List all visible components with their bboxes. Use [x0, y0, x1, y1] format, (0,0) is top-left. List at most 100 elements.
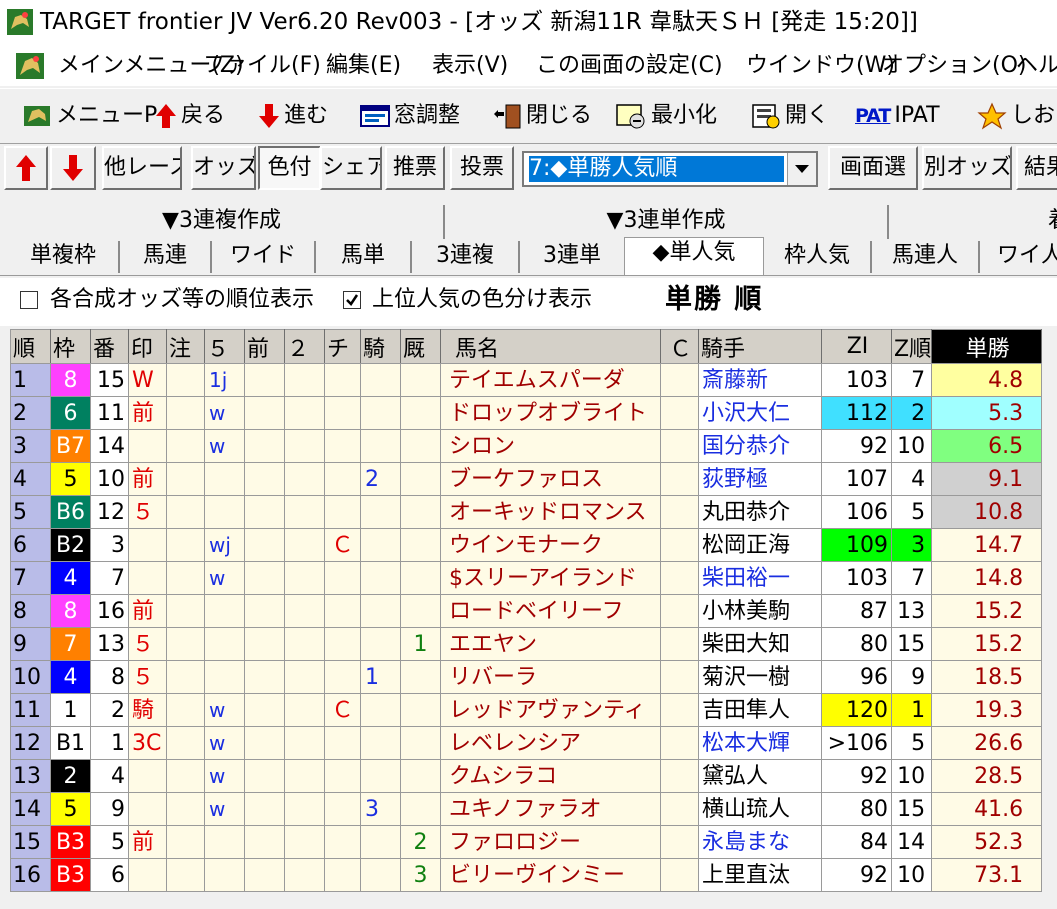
tab-win-popularity[interactable]: ◆単人気 — [624, 237, 764, 275]
display-mode-select[interactable]: 7:◆単勝人気順 — [522, 151, 818, 187]
odds-button[interactable]: オッズ — [191, 146, 256, 190]
cell-five: 1j — [204, 363, 245, 397]
cell-mark — [128, 858, 167, 892]
back-button[interactable]: 戻る — [155, 101, 225, 131]
table-row[interactable]: 14 5 9 w 3 ユキノファラオ 横山琉人 80 15 41.6 — [10, 792, 1043, 826]
cell-z-rank: 7 — [890, 363, 933, 397]
tab-trio[interactable]: 3連複 — [412, 241, 520, 273]
col-note[interactable]: 注 — [166, 329, 205, 364]
table-row[interactable]: 5 B6 12 ５ オーキッドロマンス 丸田恭介 106 5 10.8 — [10, 495, 1043, 529]
table-row[interactable]: 1 8 15 W 1j テイエムスパーダ 斎藤新 103 7 4.8 — [10, 363, 1043, 397]
cell-five — [204, 858, 245, 892]
tab-result-create[interactable]: 着 — [889, 205, 1057, 239]
ipat-button[interactable]: PAT IPAT — [855, 101, 940, 131]
col-stable[interactable]: 厩 — [400, 329, 441, 364]
vote-button[interactable]: 投票 — [450, 146, 514, 190]
table-row[interactable]: 11 1 2 騎 w Ｃ レッドアヴァンティ 吉田隼人 120 1 19.3 — [10, 693, 1043, 727]
window-adjust-button[interactable]: 窓調整 — [360, 101, 460, 131]
cell-number: 12 — [90, 495, 129, 529]
table-row[interactable]: 9 7 13 ５ 1 エエヤン 柴田大知 80 15 15.2 — [10, 627, 1043, 661]
tab-exacta[interactable]: 馬単 — [316, 241, 412, 273]
menu-help[interactable]: ヘルプ — [1016, 53, 1057, 79]
other-race-button[interactable]: 他レース — [102, 146, 182, 190]
tab-trio-create[interactable]: ▼3連複作成 — [0, 205, 445, 239]
minimize-button[interactable]: 最小化 — [615, 101, 717, 131]
col-two[interactable]: ２ — [284, 329, 325, 364]
col-jockey[interactable]: 騎手 — [698, 329, 822, 364]
col-chi[interactable]: チ — [324, 329, 361, 364]
table-row[interactable]: 15 B3 5 前 2 ファロロジー 永島まな 84 14 52.3 — [10, 825, 1043, 859]
tab-quinella[interactable]: 馬連 — [120, 241, 212, 273]
col-z-rank[interactable]: Z順 — [890, 329, 933, 364]
table-row[interactable]: 2 6 11 前 w ドロップオブライト 小沢大仁 112 2 5.3 — [10, 396, 1043, 430]
cell-mark: ５ — [128, 495, 167, 529]
menu-file[interactable]: ファイル(F) — [203, 53, 321, 79]
color-split-checkbox[interactable] — [343, 291, 361, 309]
bookmark-button[interactable]: しおり — [977, 101, 1057, 131]
tab-quinella-popularity[interactable]: 馬連人 — [872, 241, 980, 273]
col-mark[interactable]: 印 — [128, 329, 167, 364]
rank-display-checkbox[interactable] — [20, 291, 38, 309]
menu-horse-icon[interactable] — [16, 53, 44, 79]
cell-five: w — [204, 693, 245, 727]
recommend-button[interactable]: 推票 — [385, 146, 445, 190]
table-row[interactable]: 3 B7 14 w シロン 国分恭介 92 10 6.5 — [10, 429, 1043, 463]
cell-z-rank: 14 — [890, 825, 933, 859]
table-row[interactable]: 7 4 7 w $スリーアイランド 柴田裕一 103 7 14.8 — [10, 561, 1043, 595]
menu-p-button[interactable]: メニューP — [22, 101, 157, 131]
other-odds-button[interactable]: 別オッズ — [922, 146, 1012, 190]
table-row[interactable]: 4 5 10 前 2 ブーケファロス 荻野極 107 4 9.1 — [10, 462, 1043, 496]
cell-c — [660, 594, 699, 628]
next-race-button[interactable] — [50, 146, 96, 190]
cell-chi — [324, 363, 361, 397]
minimize-label: 最小化 — [651, 103, 718, 128]
cell-stable — [400, 726, 441, 760]
table-row[interactable]: 8 8 16 前ロードベイリーフ 小林美駒 87 13 15.2 — [10, 594, 1043, 628]
col-horse-name[interactable]: 馬名 — [440, 329, 661, 364]
menu-screen-settings[interactable]: この画面の設定(C) — [536, 53, 723, 79]
cell-win-odds: 28.5 — [931, 759, 1043, 793]
table-row[interactable]: 10 4 8 ５ 1 リバーラ 菊沢一樹 96 9 18.5 — [10, 660, 1043, 694]
cell-mark: 前 — [128, 825, 167, 859]
table-row[interactable]: 13 2 4 w クムシラコ 黛弘人 92 10 28.5 — [10, 759, 1043, 793]
menu-option[interactable]: オプション(O) — [882, 53, 1026, 79]
cell-mark — [128, 759, 167, 793]
tab-trifecta[interactable]: 3連単 — [520, 241, 624, 273]
cell-jockey-mark — [360, 858, 401, 892]
forward-button[interactable]: 進む — [258, 101, 328, 131]
dropdown-arrow-icon[interactable] — [787, 153, 816, 185]
tab-win-place-frame[interactable]: 単複枠 — [8, 241, 120, 273]
col-number[interactable]: 番 — [90, 329, 129, 364]
table-row[interactable]: 16 B3 6 3 ビリーヴインミー 上里直汰 92 10 73.1 — [10, 858, 1043, 892]
tab-frame-popularity[interactable]: 枠人気 — [764, 241, 872, 273]
cell-jockey-mark: 1 — [360, 660, 401, 694]
cell-five — [204, 627, 245, 661]
table-row[interactable]: 6 B2 3 wj Ｃ ウインモナーク 松岡正海 109 3 14.7 — [10, 528, 1043, 562]
color-button[interactable]: 色付 — [258, 146, 321, 190]
tab-wide-popularity[interactable]: ワイ人 — [980, 241, 1057, 273]
menu-p-label: メニューP — [56, 103, 158, 128]
col-zi[interactable]: ZI — [821, 329, 892, 364]
col-prev[interactable]: 前 — [244, 329, 285, 364]
menu-view[interactable]: 表示(V) — [432, 53, 508, 79]
table-row[interactable]: 12 B1 1 3C w レベレンシア 松本大輝 >106 5 26.6 — [10, 726, 1043, 760]
screen-select-button[interactable]: 画面選 — [828, 146, 918, 190]
share-button[interactable]: シェア — [320, 146, 382, 190]
cell-z-rank: 2 — [890, 396, 933, 430]
col-frame[interactable]: 枠 — [50, 329, 91, 364]
col-jockey-mark[interactable]: 騎 — [360, 329, 401, 364]
menu-window[interactable]: ウインドウ(W) — [746, 53, 895, 79]
open-button[interactable]: 開く — [749, 101, 829, 131]
close-button[interactable]: 閉じる — [492, 101, 592, 131]
col-rank[interactable]: 順 — [10, 329, 51, 364]
menu-edit[interactable]: 編集(E) — [326, 53, 401, 79]
tab-trifecta-create[interactable]: ▼3連単作成 — [445, 205, 889, 239]
col-win-odds[interactable]: 単勝 — [931, 329, 1043, 364]
prev-race-button[interactable] — [4, 146, 48, 190]
col-five[interactable]: ５ — [204, 329, 245, 364]
col-c[interactable]: Ｃ — [660, 329, 699, 364]
cell-zi: 80 — [821, 627, 892, 661]
cell-rank: 11 — [10, 693, 51, 727]
tab-wide[interactable]: ワイド — [212, 241, 316, 273]
result-button[interactable]: 結果 — [1016, 146, 1057, 190]
